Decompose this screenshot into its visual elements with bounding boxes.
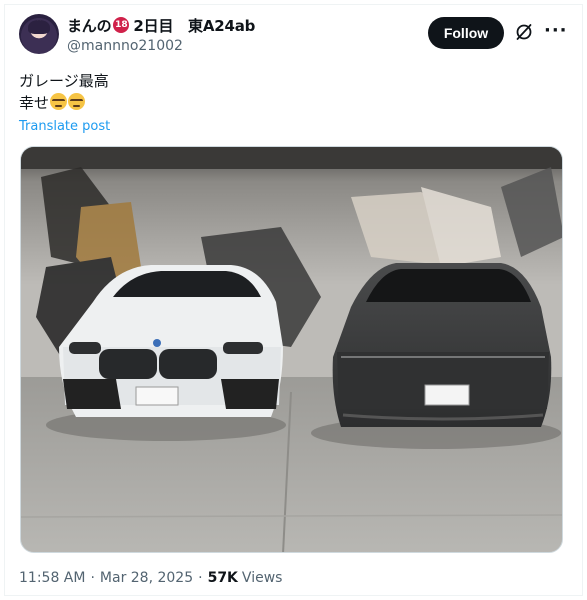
- post-time[interactable]: 11:58 AM: [19, 570, 85, 586]
- views-count: 57K: [207, 570, 238, 586]
- avatar[interactable]: [19, 14, 59, 54]
- nerd-face-emoji-icon: [68, 93, 86, 110]
- garage-photo: [21, 147, 562, 552]
- author-name-row[interactable]: まんの 18 2日目 東A24ab: [67, 15, 255, 36]
- more-options-icon[interactable]: ···: [544, 22, 567, 42]
- post-date[interactable]: Mar 28, 2025: [100, 570, 193, 586]
- name-suffix[interactable]: 2日目 東A24ab: [133, 15, 255, 36]
- meta-separator-2: ·: [198, 570, 203, 586]
- post-image[interactable]: [20, 146, 563, 553]
- dark-car: [332, 263, 552, 427]
- display-name[interactable]: まんの: [67, 15, 112, 36]
- user-handle[interactable]: @mannno21002: [67, 38, 183, 54]
- post-meta: 11:58 AM · Mar 28, 2025 · 57K Views: [19, 570, 282, 586]
- translate-post-link[interactable]: Translate post: [19, 119, 110, 134]
- number-badge-icon: 18: [113, 17, 130, 33]
- post-text: ガレージ最高 幸せ: [19, 70, 109, 114]
- post-text-line-2: 幸せ: [19, 92, 109, 114]
- post-text-line-2-text: 幸せ: [19, 94, 50, 112]
- post-text-line-1: ガレージ最高: [19, 72, 109, 90]
- meta-separator: ·: [90, 570, 95, 586]
- nerd-face-emoji-icon: [50, 93, 68, 110]
- views-label: Views: [241, 570, 283, 586]
- follow-button[interactable]: Follow: [428, 17, 504, 49]
- grok-icon[interactable]: [514, 22, 534, 42]
